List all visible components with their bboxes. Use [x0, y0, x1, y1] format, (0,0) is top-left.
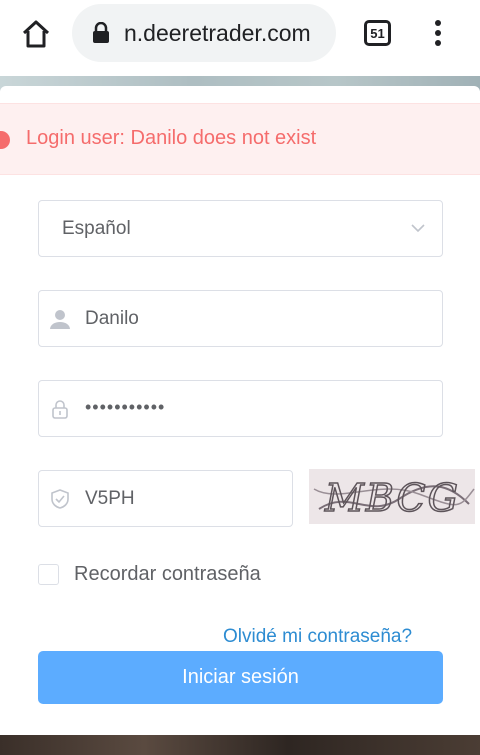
remember-label[interactable]: Recordar contraseña: [74, 563, 261, 586]
page-background-bottom: [0, 735, 480, 755]
address-bar-url: n.deeretrader.com: [124, 19, 311, 46]
forgot-password-link[interactable]: Olvidé mi contraseña?: [223, 626, 412, 648]
tab-switcher-button[interactable]: 51: [364, 20, 391, 46]
error-circle-icon: [0, 131, 10, 149]
username-value: Danilo: [85, 308, 139, 329]
tab-count: 51: [370, 25, 385, 41]
remember-row: Recordar contraseña: [38, 563, 261, 585]
password-value: •••••••••••: [85, 397, 166, 417]
lock-outline-icon: [52, 400, 68, 419]
language-value: Español: [62, 218, 131, 239]
captcha-text: MBCG: [324, 476, 460, 520]
chevron-down-icon: [411, 224, 425, 233]
error-message: Login user: Danilo does not exist: [26, 127, 317, 149]
login-button-label: Iniciar sesión: [182, 666, 299, 688]
username-field[interactable]: Danilo: [38, 290, 443, 347]
browser-toolbar: n.deeretrader.com 51: [0, 0, 480, 76]
error-alert: Login user: Danilo does not exist: [0, 103, 480, 175]
more-options-icon[interactable]: [430, 18, 446, 48]
address-bar[interactable]: n.deeretrader.com: [72, 4, 336, 62]
captcha-value: V5PH: [85, 488, 135, 509]
lock-icon: [93, 22, 109, 43]
password-field[interactable]: •••••••••••: [38, 380, 443, 437]
remember-checkbox[interactable]: [38, 563, 59, 585]
shield-check-icon: [51, 489, 69, 509]
login-button[interactable]: Iniciar sesión: [38, 651, 443, 704]
home-icon[interactable]: [20, 18, 52, 50]
captcha-field[interactable]: V5PH: [38, 470, 293, 527]
language-select[interactable]: Español: [38, 200, 443, 257]
user-icon: [50, 310, 70, 329]
captcha-image[interactable]: MBCG: [309, 469, 475, 524]
